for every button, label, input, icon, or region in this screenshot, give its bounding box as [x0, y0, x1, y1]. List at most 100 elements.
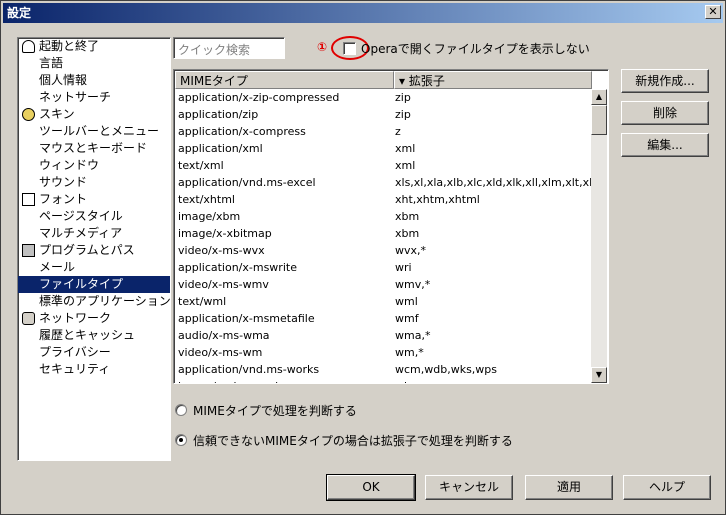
extension-cell: wml	[395, 295, 418, 308]
table-row[interactable]: application/zip zip	[175, 106, 592, 123]
mime-type-cell: text/xhtml	[178, 193, 235, 206]
table-row[interactable]: text/wml wml	[175, 293, 592, 310]
sidebar-item[interactable]: メール	[18, 259, 170, 276]
vertical-scrollbar[interactable]: ▲ ▼	[591, 89, 607, 383]
sidebar-item-label: スキン	[39, 107, 75, 121]
eye-icon	[22, 108, 35, 121]
cancel-button[interactable]: キャンセル	[425, 475, 513, 500]
arrow-up-icon: ▲	[595, 92, 603, 101]
table-row[interactable]: application/vnd.ms-works wcm,wdb,wks,wps	[175, 361, 592, 378]
mime-type-cell: application/vnd.ms-excel	[178, 176, 316, 189]
sidebar-item-label: セキュリティ	[39, 362, 111, 376]
new-button[interactable]: 新規作成...	[621, 69, 709, 93]
extension-cell: xml	[395, 142, 416, 155]
radio-judge-by-extension[interactable]	[175, 434, 187, 446]
sidebar-item-label: ウィンドウ	[39, 158, 100, 172]
help-button[interactable]: ヘルプ	[623, 475, 711, 500]
sidebar-item[interactable]: ネットサーチ	[18, 89, 170, 106]
extension-cell: wm,*	[395, 346, 424, 359]
annotation-number: ①	[317, 40, 328, 54]
sidebar-item-label: 起動と終了	[39, 39, 100, 53]
sidebar-item[interactable]: サウンド	[18, 174, 170, 191]
table-row[interactable]: video/x-ms-wmv wmv,*	[175, 276, 592, 293]
sidebar-item[interactable]: 起動と終了	[18, 38, 170, 55]
extension-cell: wvx,*	[395, 244, 427, 257]
sidebar-item[interactable]: ファイルタイプ	[18, 276, 170, 293]
scroll-up-button[interactable]: ▲	[591, 89, 607, 105]
padlock-icon	[22, 312, 35, 325]
sidebar-item[interactable]: プライバシー	[18, 344, 170, 361]
ok-button[interactable]: OK	[326, 474, 416, 501]
sidebar-item[interactable]: プログラムとパス	[18, 242, 170, 259]
mime-type-cell: text/wml	[178, 295, 227, 308]
floppy-disk-icon	[22, 244, 35, 257]
scroll-thumb[interactable]	[591, 105, 607, 135]
sidebar-item[interactable]: 個人情報	[18, 72, 170, 89]
sidebar-item-label: 個人情報	[39, 73, 88, 87]
window-title: 設定	[7, 6, 32, 20]
table-row[interactable]: application/x-msmetafile wmf	[175, 310, 592, 327]
radio-selected-dot	[179, 438, 183, 442]
mime-type-cell: image/x-xbitmap	[178, 227, 272, 240]
sidebar-item[interactable]: ツールバーとメニュー	[18, 123, 170, 140]
extension-cell: wmv,*	[395, 278, 431, 291]
apply-button[interactable]: 適用	[525, 475, 613, 500]
edit-button[interactable]: 編集...	[621, 133, 709, 157]
extension-cell: wbmp	[395, 378, 592, 383]
close-icon: ✕	[708, 5, 718, 18]
sidebar-item[interactable]: ネットワーク	[18, 310, 170, 327]
table-row[interactable]: image/xbm xbm	[175, 208, 592, 225]
title-bar: 設定 ✕	[3, 3, 723, 23]
table-row[interactable]: image/vnd.wap.wbmp wbmp	[175, 378, 592, 383]
sidebar-item[interactable]: スキン	[18, 106, 170, 123]
scroll-down-button[interactable]: ▼	[591, 367, 607, 383]
extension-cell: zip	[395, 108, 411, 121]
mime-type-cell: application/x-mswrite	[178, 261, 297, 274]
sidebar-item-label: フォント	[39, 192, 88, 206]
extension-cell: xls,xl,xla,xlb,xlc,xld,xlk,xll,xlm,xlt,x…	[395, 176, 592, 189]
sidebar-item[interactable]: 標準のアプリケーション	[18, 293, 170, 310]
sidebar-item[interactable]: ページスタイル	[18, 208, 170, 225]
table-row[interactable]: application/x-compress z	[175, 123, 592, 140]
table-row[interactable]: application/xml xml	[175, 140, 592, 157]
table-row[interactable]: video/x-ms-wm wm,*	[175, 344, 592, 361]
table-row[interactable]: application/x-zip-compressed zip	[175, 89, 592, 106]
table-row[interactable]: video/x-ms-wvx wvx,*	[175, 242, 592, 259]
sidebar-item-label: ファイルタイプ	[39, 277, 124, 291]
mime-type-cell: audio/x-ms-wma	[178, 329, 270, 342]
table-row[interactable]: text/xml xml	[175, 157, 592, 174]
column-header-mime-type[interactable]: MIMEタイプ	[175, 71, 394, 89]
sidebar-item-label: 履歴とキャッシュ	[39, 328, 136, 342]
sidebar-item[interactable]: マウスとキーボード	[18, 140, 170, 157]
table-row[interactable]: image/x-xbitmap xbm	[175, 225, 592, 242]
extension-cell: xml	[395, 159, 416, 172]
sidebar-item[interactable]: 言語	[18, 55, 170, 72]
sidebar-item-label: 標準のアプリケーション	[39, 294, 171, 308]
mime-type-cell: video/x-ms-wvx	[178, 244, 265, 257]
sidebar-item-label: マウスとキーボード	[39, 141, 148, 155]
sidebar-item-label: ネットサーチ	[39, 90, 112, 104]
table-header: MIMEタイプ ▾ 拡張子	[175, 71, 592, 89]
table-row[interactable]: text/xhtml xht,xhtm,xhtml	[175, 191, 592, 208]
radio-judge-by-mime[interactable]	[175, 404, 187, 416]
hide-opera-filetypes-checkbox[interactable]	[343, 42, 356, 55]
delete-button[interactable]: 削除	[621, 101, 709, 125]
settings-dialog: 設定 ✕ 起動と終了言語個人情報ネットサーチ スキンツールバーとメニュー マウスとキ…	[0, 0, 726, 515]
table-row[interactable]: audio/x-ms-wma wma,*	[175, 327, 592, 344]
column-header-extension[interactable]: ▾ 拡張子	[394, 71, 592, 89]
sidebar-item-label: プライバシー	[39, 345, 111, 359]
sidebar-item[interactable]: マルチメディア	[18, 225, 170, 242]
sidebar-item[interactable]: セキュリティ	[18, 361, 170, 378]
sidebar-item-label: 言語	[39, 56, 64, 70]
sidebar-item[interactable]: フォント	[18, 191, 170, 208]
sidebar-item[interactable]: 履歴とキャッシュ	[18, 327, 170, 344]
table-row[interactable]: application/vnd.ms-excel xls,xl,xla,xlb,x…	[175, 174, 592, 191]
extension-cell: xbm	[395, 227, 420, 240]
sidebar-item-label: マルチメディア	[39, 226, 123, 240]
table-row[interactable]: application/x-mswrite wri	[175, 259, 592, 276]
sidebar-item[interactable]: ウィンドウ	[18, 157, 170, 174]
mime-type-cell: application/vnd.ms-works	[178, 363, 320, 376]
quick-search-input[interactable]: クイック検索	[173, 37, 285, 59]
radio-judge-by-extension-label: 信頼できないMIMEタイプの場合は拡張子で処理を判断する	[193, 434, 513, 448]
close-button[interactable]: ✕	[705, 5, 721, 19]
